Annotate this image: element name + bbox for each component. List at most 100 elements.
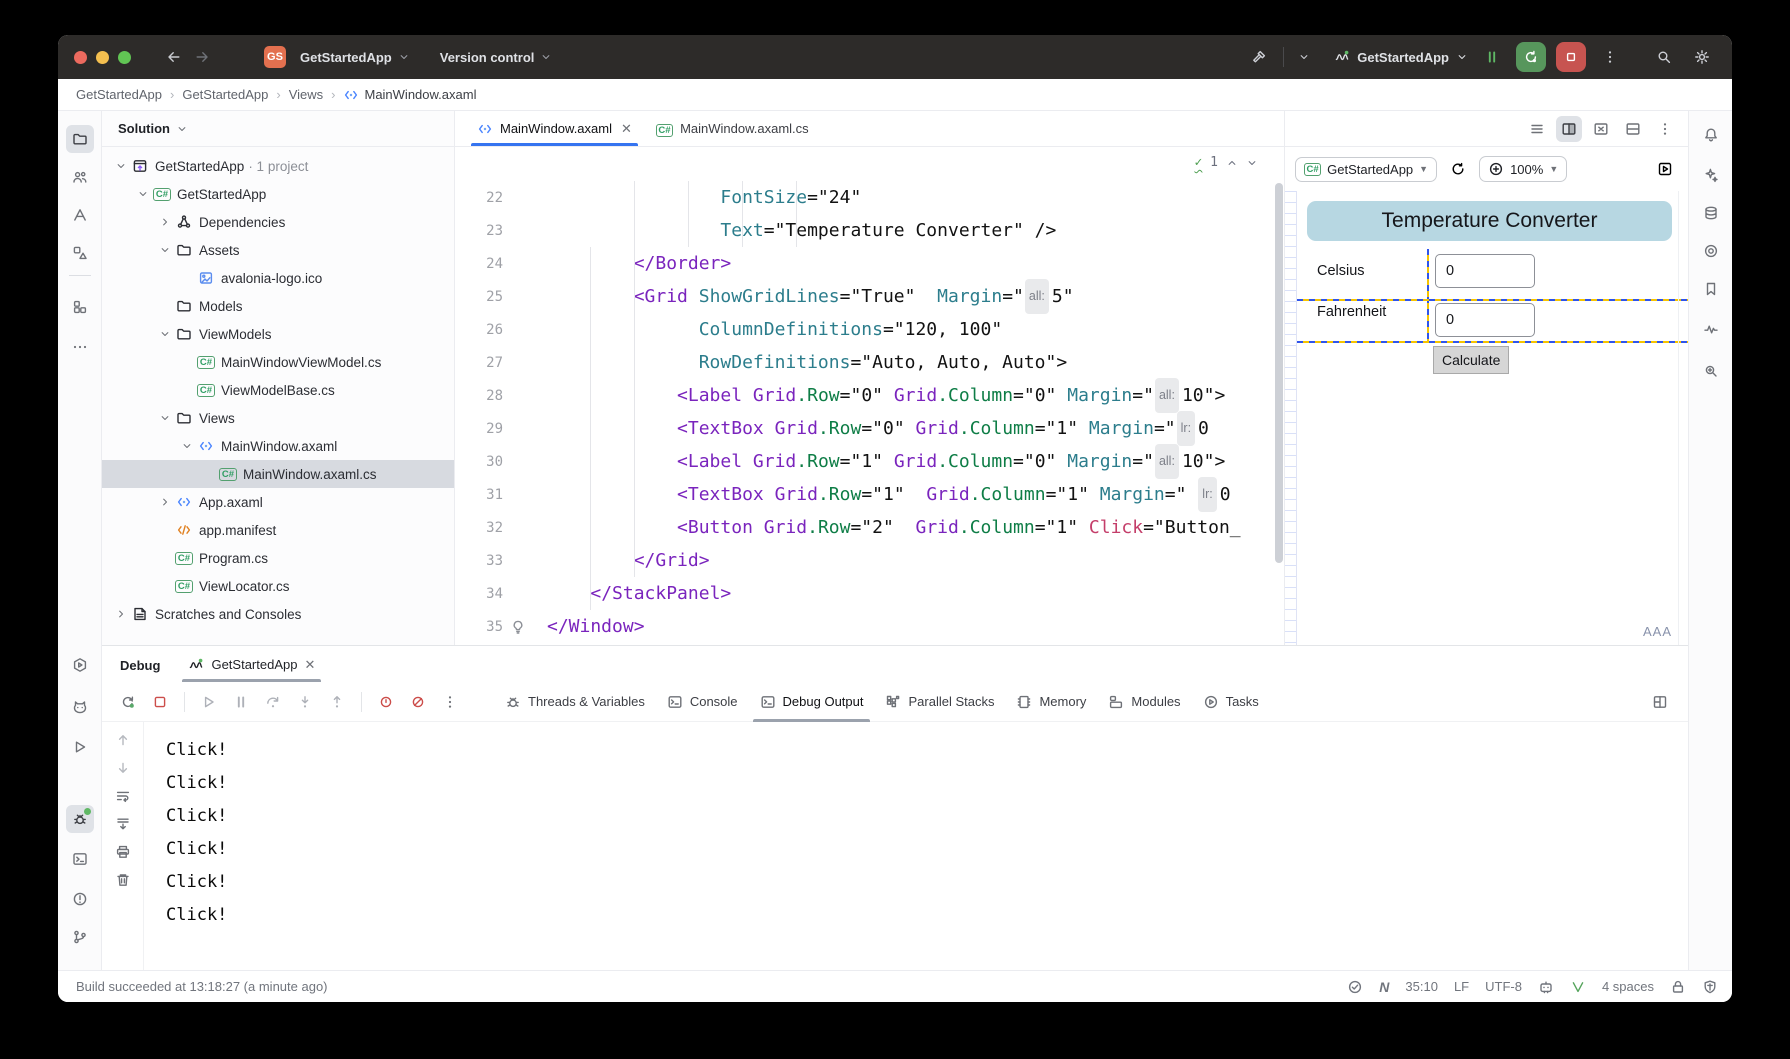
search-icon[interactable] <box>1650 43 1678 71</box>
more-icon[interactable] <box>66 333 94 361</box>
debug-tab-debug-output[interactable]: Debug Output <box>749 682 875 722</box>
no-split-icon[interactable] <box>1588 116 1614 142</box>
editor-scrollbar[interactable] <box>1275 183 1283 563</box>
tree-item-viewlocator-cs[interactable]: C#ViewLocator.cs <box>102 572 454 600</box>
scroll-end-icon[interactable] <box>115 816 131 832</box>
pause-icon[interactable] <box>227 688 255 716</box>
chevron-down-icon[interactable] <box>134 188 152 200</box>
tree-item-mainwindowviewmodel-cs[interactable]: C#MainWindowViewModel.cs <box>102 348 454 376</box>
rerun-debug-button[interactable] <box>1516 42 1546 72</box>
coverage-icon[interactable] <box>1697 237 1725 265</box>
up-icon[interactable] <box>115 732 131 748</box>
stop-button[interactable] <box>1556 42 1586 72</box>
chevron-down-icon[interactable] <box>178 440 196 452</box>
previewer-scrollbar[interactable] <box>1678 191 1688 645</box>
robot-icon[interactable] <box>1538 979 1554 995</box>
previewer-zoom-selector[interactable]: 100% ▼ <box>1479 156 1567 182</box>
tree-item-mainwindow-axaml[interactable]: MainWindow.axaml <box>102 432 454 460</box>
print-icon[interactable] <box>115 844 131 860</box>
bookmarks-icon[interactable] <box>1697 275 1725 303</box>
debug-tab-threads-variables[interactable]: Threads & Variables <box>494 682 656 722</box>
split-right-icon[interactable] <box>1556 116 1582 142</box>
list-icon[interactable] <box>1524 116 1550 142</box>
build-icon[interactable] <box>66 769 94 797</box>
breadcrumb-item[interactable]: GetStartedApp <box>76 87 162 102</box>
status-item-utf-8[interactable]: UTF-8 <box>1485 979 1522 994</box>
code-editor[interactable]: 22 FontSize="24"23 Text="Temperature Con… <box>455 147 1284 645</box>
celsius-input[interactable]: 0 <box>1435 254 1535 288</box>
tree-item-scratches-and-consoles[interactable]: Scratches and Consoles <box>102 600 454 628</box>
status-item-lf[interactable]: LF <box>1454 979 1469 994</box>
lock-icon[interactable] <box>1670 979 1686 995</box>
status-item-35-10[interactable]: 35:10 <box>1405 979 1438 994</box>
run-preview-icon[interactable] <box>1652 156 1678 182</box>
tree-item-program-cs[interactable]: C#Program.cs <box>102 544 454 572</box>
n-indicator-icon[interactable]: N <box>1379 979 1389 995</box>
debug-tab-memory[interactable]: Memory <box>1005 682 1097 722</box>
down-icon[interactable] <box>115 760 131 776</box>
debug-session-tab[interactable]: GetStartedApp ✕ <box>182 647 321 682</box>
tree-item-app-axaml[interactable]: App.axaml <box>102 488 454 516</box>
breadcrumb-item-current[interactable]: MainWindow.axaml <box>343 87 476 103</box>
tree-item-getstartedapp[interactable]: C#GetStartedApp <box>102 180 454 208</box>
run-icon[interactable] <box>66 733 94 761</box>
tree-item-app-manifest[interactable]: app.manifest <box>102 516 454 544</box>
close-window-button[interactable] <box>74 51 87 64</box>
previewer-config-selector[interactable]: C# GetStartedApp ▼ <box>1295 157 1437 182</box>
solution-panel-header[interactable]: Solution <box>102 111 454 147</box>
resume-icon[interactable] <box>195 688 223 716</box>
tree-item-avalonia-logo-ico[interactable]: avalonia-logo.ico <box>102 264 454 292</box>
step-into-icon[interactable] <box>291 688 319 716</box>
azure-icon[interactable] <box>66 201 94 229</box>
find-icon[interactable] <box>1697 357 1725 385</box>
debug-tab-console[interactable]: Console <box>656 682 749 722</box>
v-green-icon[interactable] <box>1570 979 1586 995</box>
clear-icon[interactable] <box>115 872 131 888</box>
step-over-icon[interactable] <box>259 688 287 716</box>
more-kebab-icon[interactable] <box>1596 43 1624 71</box>
pause-button[interactable] <box>1478 43 1506 71</box>
font-size-widget[interactable]: AAA <box>1643 624 1672 639</box>
close-icon[interactable]: ✕ <box>304 657 315 673</box>
minimize-window-button[interactable] <box>96 51 109 64</box>
debug-tab-parallel-stacks[interactable]: Parallel Stacks <box>874 682 1005 722</box>
breadcrumb-item[interactable]: GetStartedApp <box>182 87 268 102</box>
chevron-right-icon[interactable] <box>156 216 174 228</box>
cat-icon[interactable] <box>66 693 94 721</box>
tree-item-getstartedapp[interactable]: GetStartedApp · 1 project <box>102 152 454 180</box>
shapes-icon[interactable] <box>66 239 94 267</box>
git-icon[interactable] <box>66 923 94 951</box>
inspections-widget[interactable]: ✓ 1 <box>1195 155 1258 170</box>
debug-tab-modules[interactable]: Modules <box>1097 682 1191 722</box>
fahrenheit-input[interactable]: 0 <box>1435 303 1535 337</box>
back-icon[interactable] <box>160 43 188 71</box>
run-configuration-selector[interactable]: GetStartedApp <box>1334 49 1468 65</box>
chevron-right-icon[interactable] <box>112 608 130 620</box>
vcs-menu[interactable]: Version control <box>434 46 559 69</box>
check-circle-icon[interactable] <box>1347 979 1363 995</box>
chevron-down-icon[interactable] <box>156 328 174 340</box>
layout-settings-icon[interactable] <box>1646 688 1674 716</box>
calculate-button[interactable]: Calculate <box>1433 346 1509 374</box>
build-hammer-icon[interactable] <box>1245 43 1273 71</box>
previewer-canvas[interactable]: Temperature Converter Celsius 0 Fahrenhe… <box>1285 191 1688 645</box>
mute-breakpoints-icon[interactable] <box>404 688 432 716</box>
more-icon[interactable] <box>1652 116 1678 142</box>
project-menu[interactable]: GS GetStartedApp <box>258 42 416 72</box>
tree-item-assets[interactable]: Assets <box>102 236 454 264</box>
tree-item-dependencies[interactable]: Dependencies <box>102 208 454 236</box>
debug-tab-tasks[interactable]: Tasks <box>1192 682 1270 722</box>
ai-icon[interactable] <box>1697 161 1725 189</box>
chevron-down-icon[interactable] <box>156 412 174 424</box>
close-icon[interactable]: ✕ <box>621 121 632 137</box>
shield-icon[interactable] <box>1702 979 1718 995</box>
chevron-down-icon[interactable] <box>156 244 174 256</box>
rerun-icon[interactable] <box>114 688 142 716</box>
refresh-icon[interactable] <box>1445 156 1471 182</box>
debug-icon[interactable] <box>66 805 94 833</box>
intention-bulb-icon[interactable] <box>503 619 533 635</box>
chevron-down-icon[interactable] <box>112 160 130 172</box>
grid-icon[interactable] <box>66 293 94 321</box>
bell-icon[interactable] <box>1697 121 1725 149</box>
tab-mainwindow-axaml[interactable]: MainWindow.axaml✕ <box>465 111 644 146</box>
